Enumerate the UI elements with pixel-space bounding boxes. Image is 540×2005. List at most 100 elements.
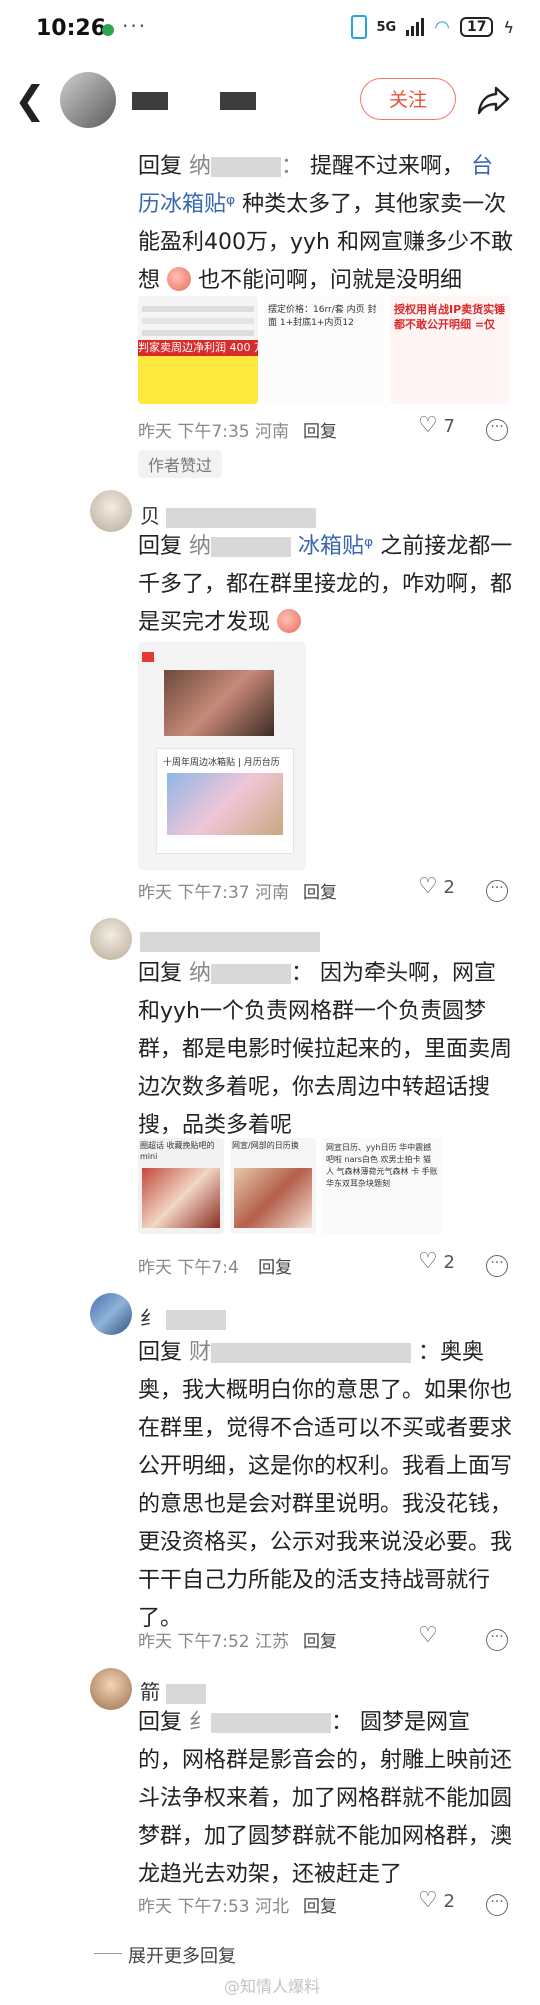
wifi-icon: ◠ — [434, 16, 450, 38]
comment-meta: 昨天 下午7:52 江苏 回复 — [138, 1627, 337, 1652]
more-icon[interactable]: ··· — [486, 419, 508, 441]
comment-body: 回复 纟： 圆梦是网宣的，网格群是影音会的，射雕上映前还斗法争权来着，加了网格群… — [138, 1710, 513, 1887]
like-button[interactable]: ♡ 2 — [418, 874, 455, 899]
share-icon[interactable] — [474, 80, 514, 120]
comment-meta: 昨天 下午7:35 河南 回复 — [138, 417, 337, 442]
expand-more-replies[interactable]: 展开更多回复 — [128, 1942, 236, 1968]
reply-button[interactable]: 回复 — [303, 1892, 337, 1917]
image-caption: 判家卖周边净利润 400 万 — [138, 340, 258, 356]
commenter-avatar[interactable] — [90, 1293, 132, 1335]
redacted-name — [166, 1683, 207, 1704]
author-name-redacted — [132, 92, 168, 110]
comment-text: 因为牵头啊，网宣和yyh一个负责网格群一个负责圆梦群，都是电影时候拉起来的，里面… — [138, 961, 513, 1138]
reply-label: 回复 — [138, 1340, 183, 1365]
search-icon: ᵠ — [226, 192, 236, 217]
image-caption: 摆定价格：16rr/套 内页 封面 1+封底1+内页12 — [268, 305, 377, 328]
like-button[interactable]: ♡ 7 — [418, 413, 455, 438]
heart-icon: ♡ — [418, 1888, 438, 1913]
crying-emoji-icon — [167, 267, 192, 291]
more-notifications-icon: ··· — [122, 14, 148, 38]
watermark: @知情人爆料 — [224, 1977, 321, 1996]
commenter-name-text: 箭 — [140, 1680, 160, 1704]
reply-label: 回复 — [138, 154, 183, 179]
comment-images: 十周年周边冰箱贴 | 月历台历 — [138, 642, 306, 870]
commenter-avatar[interactable] — [90, 490, 132, 532]
comment-text: ：奥奥奥，我大概明白你的意思了。如果你也在群里，觉得不合适可以不买或者要求公开明… — [138, 1340, 513, 1631]
reply-label: 回复 — [138, 961, 183, 986]
comment-time: 昨天 下午7:4 — [138, 1258, 239, 1278]
commenter-name-text: 纟 — [140, 1306, 160, 1330]
like-button[interactable]: ♡ — [418, 1623, 438, 1648]
commenter-avatar[interactable] — [90, 1668, 132, 1710]
more-icon[interactable]: ··· — [486, 880, 508, 902]
comment-location: 河南 — [255, 883, 289, 903]
redacted-name — [140, 931, 320, 952]
image-caption: 网宣/网部的日历换 — [232, 1141, 299, 1150]
signal-icon — [406, 18, 425, 36]
image-caption: 授权用肖战IP卖货实锤 都不敢公开明细 =仅 — [394, 303, 506, 331]
author-avatar[interactable] — [60, 72, 116, 128]
follow-button[interactable]: 关注 — [360, 78, 456, 120]
reply-target[interactable]: 纳 — [189, 961, 211, 986]
commenter-name[interactable]: 贝 — [140, 500, 317, 529]
like-button[interactable]: ♡ 2 — [418, 1249, 455, 1274]
commenter-name[interactable]: 箭 — [140, 1676, 207, 1705]
post-header: ❮ 关注 — [0, 66, 540, 142]
comment-text: 也不能问啊，问就是没明细 — [198, 268, 463, 293]
network-type: 5G — [376, 19, 397, 35]
back-icon[interactable]: ❮ — [14, 80, 54, 120]
commenter-name[interactable]: 纟 — [140, 1302, 227, 1331]
comment-text: 圆梦是网宣的，网格群是影音会的，射雕上映前还斗法争权来着，加了网格群就不能加圆梦… — [138, 1710, 513, 1887]
comment-time: 昨天 下午7:35 — [138, 422, 250, 442]
redacted-name — [211, 537, 292, 557]
reply-target[interactable]: 财 — [189, 1340, 211, 1365]
reply-button[interactable]: 回复 — [303, 878, 337, 903]
comment-text: 提醒不过来啊， — [310, 154, 465, 179]
comment-body: 回复 纳 冰箱贴ᵠ 之前接龙都一千多了，都在群里接龙的，咋劝啊，都是买完才发现 — [138, 528, 513, 642]
comment-time: 昨天 下午7:52 — [138, 1632, 250, 1652]
reply-label: 回复 — [138, 1710, 183, 1735]
app-notification-icon — [102, 24, 114, 36]
crying-emoji-icon — [277, 609, 302, 633]
comment-image-3[interactable]: 授权用肖战IP卖货实锤 都不敢公开明细 =仅 — [390, 296, 510, 404]
comment-image-2[interactable]: 网宣/网部的日历换 — [230, 1138, 316, 1234]
topic-link[interactable]: 冰箱贴 — [298, 534, 364, 559]
author-name-redacted — [220, 92, 256, 110]
vibrate-icon — [350, 15, 367, 39]
image-caption: 圈超话 收藏挽贴吧的mini — [140, 1141, 215, 1161]
more-icon[interactable]: ··· — [486, 1894, 508, 1916]
more-icon[interactable]: ··· — [486, 1255, 508, 1277]
reply-button[interactable]: 回复 — [303, 417, 337, 442]
charging-icon: ϟ — [503, 17, 514, 37]
redacted-name — [211, 1713, 332, 1733]
like-count: 2 — [443, 877, 455, 898]
reply-button[interactable]: 回复 — [258, 1253, 292, 1278]
redacted-name — [166, 507, 317, 528]
comment-image-1[interactable]: 十周年周边冰箱贴 | 月历台历 — [138, 642, 306, 870]
search-icon: ᵠ — [364, 534, 374, 559]
reply-button[interactable]: 回复 — [303, 1627, 337, 1652]
heart-icon: ♡ — [418, 874, 438, 899]
like-button[interactable]: ♡ 2 — [418, 1888, 455, 1913]
comment-image-2[interactable]: 摆定价格：16rr/套 内页 封面 1+封底1+内页12 — [264, 296, 384, 404]
reply-label: 回复 — [138, 534, 183, 559]
redacted-name — [211, 157, 282, 177]
comment-image-1[interactable]: 判家卖周边净利润 400 万 — [138, 296, 258, 404]
comment-location: 江苏 — [255, 1632, 289, 1652]
status-right: 5G ◠ 17 ϟ — [350, 15, 514, 39]
comment-location: 河北 — [255, 1897, 289, 1917]
battery-level: 17 — [466, 19, 487, 35]
reply-target-suffix: ： — [281, 154, 304, 179]
status-time: 10:26 — [36, 16, 107, 41]
comment-image-3[interactable]: 网宣日历、yyh日历 华中震撼吧啦 nars白色 欢男士拍卡 猫人 气森林薄荷元… — [322, 1138, 442, 1234]
comment-meta: 昨天 下午7:4 回复 — [138, 1253, 292, 1278]
reply-target[interactable]: 纳 — [189, 154, 211, 179]
more-icon[interactable]: ··· — [486, 1629, 508, 1651]
commenter-name[interactable] — [140, 928, 320, 952]
reply-target[interactable]: 纟 — [189, 1710, 211, 1735]
reply-target[interactable]: 纳 — [189, 534, 211, 559]
commenter-avatar[interactable] — [90, 918, 132, 960]
comment-meta: 昨天 下午7:37 河南 回复 — [138, 878, 337, 903]
comment-image-1[interactable]: 圈超话 收藏挽贴吧的mini — [138, 1138, 224, 1234]
author-liked-badge: 作者赞过 — [138, 450, 223, 478]
